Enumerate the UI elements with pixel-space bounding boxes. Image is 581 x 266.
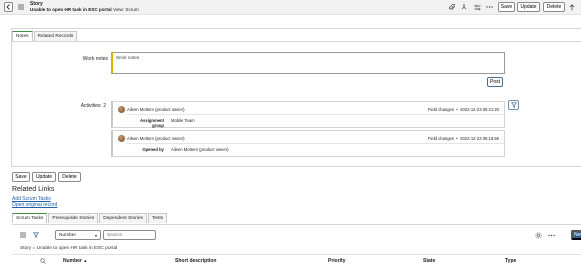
chevron-left-icon	[6, 4, 10, 10]
activity-filter-button[interactable]	[508, 100, 519, 110]
view-label: View: Scrum	[112, 7, 139, 12]
tab-prerequisite-stories[interactable]: Prerequisite Stories	[48, 213, 99, 223]
tab-tests[interactable]: Tests	[147, 213, 168, 223]
settings-sliders-icon[interactable]	[474, 4, 481, 11]
filter-icon[interactable]	[33, 232, 39, 238]
delete-button[interactable]: Delete	[58, 172, 81, 182]
list-menu-icon[interactable]	[20, 232, 26, 238]
gear-icon[interactable]	[535, 232, 542, 239]
tab-related-records[interactable]: Related Records	[33, 31, 78, 41]
work-notes-field[interactable]: Work notes	[111, 52, 505, 74]
open-original-record-link[interactable]: Open original record	[12, 202, 57, 208]
activity-field-value: Mobile Team	[171, 118, 195, 123]
search-field-value: Number	[59, 232, 77, 238]
activity-meta: Field changes • 2022-12-23 05:16:56	[427, 136, 499, 141]
activity-timestamp: 2022-12-23 05:21:20	[460, 107, 499, 112]
chevron-down-icon: ▾	[94, 233, 97, 238]
column-header-state[interactable]: State	[423, 258, 435, 264]
activity-change-type: Field changes	[427, 136, 454, 141]
new-button[interactable]: New	[571, 230, 581, 240]
column-header-short-description[interactable]: Short description	[175, 258, 216, 264]
list-search-input[interactable]	[103, 230, 156, 240]
activities-label: Activities: 2	[80, 103, 106, 109]
search-field-select[interactable]: Number ▾	[55, 230, 101, 240]
sort-ascending-icon: ▲	[83, 258, 88, 263]
related-tab-divider	[12, 224, 581, 225]
post-button[interactable]: Post	[487, 77, 503, 87]
more-options-icon[interactable]	[486, 5, 493, 12]
more-options-icon[interactable]	[548, 232, 555, 239]
list-breadcrumb[interactable]: Story = Unable to open HR task in ESC po…	[20, 246, 117, 251]
form-tabs: Notes Related Records	[12, 31, 78, 41]
update-button[interactable]: Update	[32, 172, 56, 182]
related-lists-tabs: Scrum Tasks Prerequisite Stories Depende…	[12, 213, 168, 223]
arrow-up-icon[interactable]	[569, 4, 575, 11]
tab-scrum-tasks[interactable]: Scrum Tasks	[12, 213, 48, 223]
work-notes-label: Work notes	[82, 56, 108, 62]
avatar	[118, 106, 125, 113]
activity-meta: Field changes • 2022-12-23 05:21:20	[427, 107, 499, 112]
record-title-block: Story Unable to open HR task in ESC port…	[30, 2, 139, 13]
list-column-headers: Number ▲ Short description Priority Stat…	[12, 254, 581, 266]
activity-author: Aileen Mottern (product owner)	[127, 136, 185, 141]
column-header-type[interactable]: Type	[505, 258, 516, 264]
activity-field-value: Aileen Mottern (product owner)	[171, 147, 229, 152]
related-links-heading: Related Links	[12, 186, 55, 193]
tab-notes[interactable]: Notes	[12, 31, 33, 41]
activity-timestamp: 2022-12-23 05:16:56	[460, 136, 499, 141]
activity-field-name: Opened by	[142, 147, 164, 152]
activity-entry: Aileen Mottern (product owner) Field cha…	[111, 130, 505, 157]
header-update-button[interactable]: Update	[517, 2, 540, 12]
header-delete-button[interactable]: Delete	[543, 2, 565, 12]
avatar	[118, 135, 125, 142]
attachment-icon[interactable]	[449, 4, 455, 11]
filter-icon	[510, 102, 517, 108]
search-icon[interactable]	[40, 258, 46, 264]
tab-dependent-stories[interactable]: Dependent Stories	[99, 213, 147, 223]
activity-entry: Aileen Mottern (product owner) Field cha…	[111, 101, 505, 128]
column-header-number[interactable]: Number ▲	[63, 258, 87, 264]
activity-stream-icon[interactable]	[461, 4, 468, 11]
header-save-button[interactable]: Save	[498, 2, 515, 12]
column-header-priority[interactable]: Priority	[328, 258, 346, 264]
activity-divider	[127, 114, 504, 115]
list-toolbar: Number ▾ New	[12, 228, 581, 242]
activity-change-type: Field changes	[427, 107, 454, 112]
hamburger-menu-icon[interactable]	[18, 4, 24, 10]
record-title: Unable to open HR task in ESC portal	[30, 7, 112, 12]
activity-divider	[127, 143, 504, 144]
back-button[interactable]	[4, 2, 13, 12]
save-button[interactable]: Save	[12, 172, 30, 182]
record-header: Story Unable to open HR task in ESC port…	[0, 0, 581, 15]
column-header-label: Number	[63, 258, 82, 264]
activity-field-name: Assignment group	[140, 118, 164, 128]
tab-divider	[12, 41, 581, 42]
activity-author: Aileen Mottern (product owner)	[127, 107, 185, 112]
